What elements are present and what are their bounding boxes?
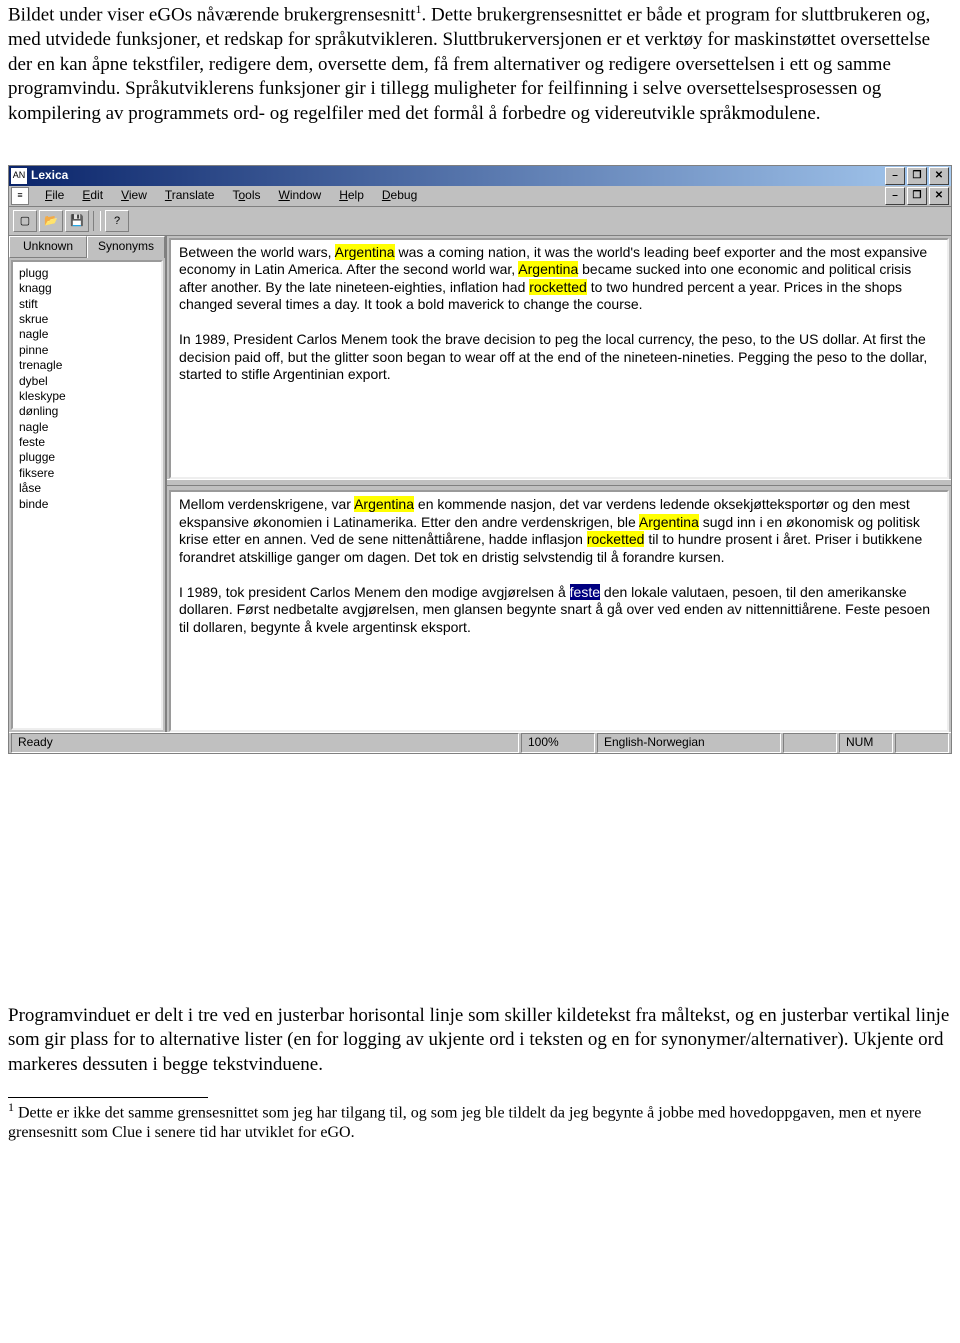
- mdi-maximize-button[interactable]: ❐: [907, 187, 927, 205]
- new-file-icon[interactable]: ▢: [13, 210, 37, 232]
- menu-tools[interactable]: Tools: [224, 186, 268, 206]
- footnote: 1 Dette er ikke det samme grensesnittet …: [0, 1100, 960, 1149]
- close-button[interactable]: ✕: [929, 167, 949, 185]
- tab-synonyms[interactable]: Synonyms: [87, 236, 165, 258]
- status-blank1: [783, 733, 837, 753]
- menu-window[interactable]: Window: [271, 186, 330, 206]
- list-item[interactable]: dybel: [19, 374, 155, 388]
- mdi-close-button[interactable]: ✕: [929, 187, 949, 205]
- highlight-rocketted: rocketted: [529, 279, 587, 295]
- menu-file[interactable]: File: [37, 186, 72, 206]
- highlight-argentina: Argentina: [335, 244, 395, 260]
- menu-view[interactable]: View: [113, 186, 155, 206]
- list-item[interactable]: trenagle: [19, 358, 155, 372]
- status-ready: Ready: [11, 733, 519, 753]
- list-item[interactable]: låse: [19, 481, 155, 495]
- menubar: ≡ File Edit View Translate Tools Window …: [9, 186, 951, 207]
- toolbar-separator: [93, 211, 101, 231]
- target-text-pane[interactable]: Mellom verdenskrigene, var Argentina en …: [169, 490, 949, 732]
- save-icon[interactable]: 💾: [65, 210, 89, 232]
- footnote-separator: [8, 1097, 208, 1098]
- highlight-argentina: Argentina: [518, 261, 578, 277]
- embedded-screenshot: AN Lexica – ❐ ✕ ≡ File Edit View Transla…: [8, 165, 952, 754]
- list-item[interactable]: feste: [19, 435, 155, 449]
- menu-debug[interactable]: Debug: [374, 186, 425, 206]
- list-item[interactable]: kleskype: [19, 389, 155, 403]
- list-item[interactable]: dønling: [19, 404, 155, 418]
- app-icon: AN: [11, 168, 27, 184]
- menu-edit[interactable]: Edit: [74, 186, 111, 206]
- tab-unknown[interactable]: Unknown: [9, 236, 87, 258]
- menu-help[interactable]: Help: [331, 186, 372, 206]
- window-title: Lexica: [31, 168, 885, 184]
- target-text: Mellom verdenskrigene, var: [179, 496, 354, 512]
- highlight-rocketted: rocketted: [587, 531, 645, 547]
- status-language: English-Norwegian: [597, 733, 781, 753]
- list-item[interactable]: fiksere: [19, 466, 155, 480]
- list-item[interactable]: pinne: [19, 343, 155, 357]
- list-item[interactable]: nagle: [19, 327, 155, 341]
- client-area: Unknown Synonyms plugg knagg stift skrue…: [9, 236, 951, 732]
- list-item[interactable]: binde: [19, 497, 155, 511]
- list-item[interactable]: plugg: [19, 266, 155, 280]
- help-icon[interactable]: ?: [105, 210, 129, 232]
- intro-paragraph: Bildet under viser eGOs nåværende bruker…: [0, 0, 960, 127]
- mdi-minimize-button[interactable]: –: [885, 187, 905, 205]
- closing-text: Programvinduet er delt i tre ved en just…: [8, 1004, 952, 1078]
- maximize-button[interactable]: ❐: [907, 167, 927, 185]
- menu-translate[interactable]: Translate: [157, 186, 223, 206]
- list-item[interactable]: plugge: [19, 450, 155, 464]
- status-blank2: [895, 733, 949, 753]
- closing-paragraph: Programvinduet er delt i tre ved en just…: [0, 1004, 960, 1078]
- left-panel: Unknown Synonyms plugg knagg stift skrue…: [9, 236, 167, 732]
- open-file-icon[interactable]: 📂: [39, 210, 63, 232]
- highlight-argentina: Argentina: [354, 496, 414, 512]
- synonym-list[interactable]: plugg knagg stift skrue nagle pinne tren…: [11, 260, 163, 730]
- tabs: Unknown Synonyms: [9, 236, 165, 258]
- status-num: NUM: [839, 733, 893, 753]
- mdi-child-icon: ≡: [11, 187, 29, 205]
- list-item[interactable]: nagle: [19, 420, 155, 434]
- highlight-argentina: Argentina: [639, 514, 699, 530]
- list-item[interactable]: knagg: [19, 281, 155, 295]
- statusbar: Ready 100% English-Norwegian NUM: [9, 732, 951, 753]
- right-panel: Between the world wars, Argentina was a …: [167, 236, 951, 732]
- horizontal-splitter[interactable]: [167, 479, 951, 486]
- toolbar: ▢ 📂 💾 ?: [9, 207, 951, 236]
- selected-word-feste[interactable]: feste: [570, 584, 600, 600]
- source-text: In 1989, President Carlos Menem took the…: [179, 331, 927, 382]
- status-zoom: 100%: [521, 733, 595, 753]
- app-window: AN Lexica – ❐ ✕ ≡ File Edit View Transla…: [8, 165, 952, 754]
- source-text-pane[interactable]: Between the world wars, Argentina was a …: [169, 238, 949, 480]
- list-item[interactable]: skrue: [19, 312, 155, 326]
- minimize-button[interactable]: –: [885, 167, 905, 185]
- titlebar: AN Lexica – ❐ ✕: [9, 166, 951, 186]
- target-text: I 1989, tok president Carlos Menem den m…: [179, 584, 570, 600]
- list-item[interactable]: stift: [19, 297, 155, 311]
- footnote-text: Dette er ikke det samme grensesnittet so…: [8, 1104, 921, 1141]
- intro-text-1: Bildet under viser eGOs nåværende bruker…: [8, 4, 416, 25]
- source-text: Between the world wars,: [179, 244, 335, 260]
